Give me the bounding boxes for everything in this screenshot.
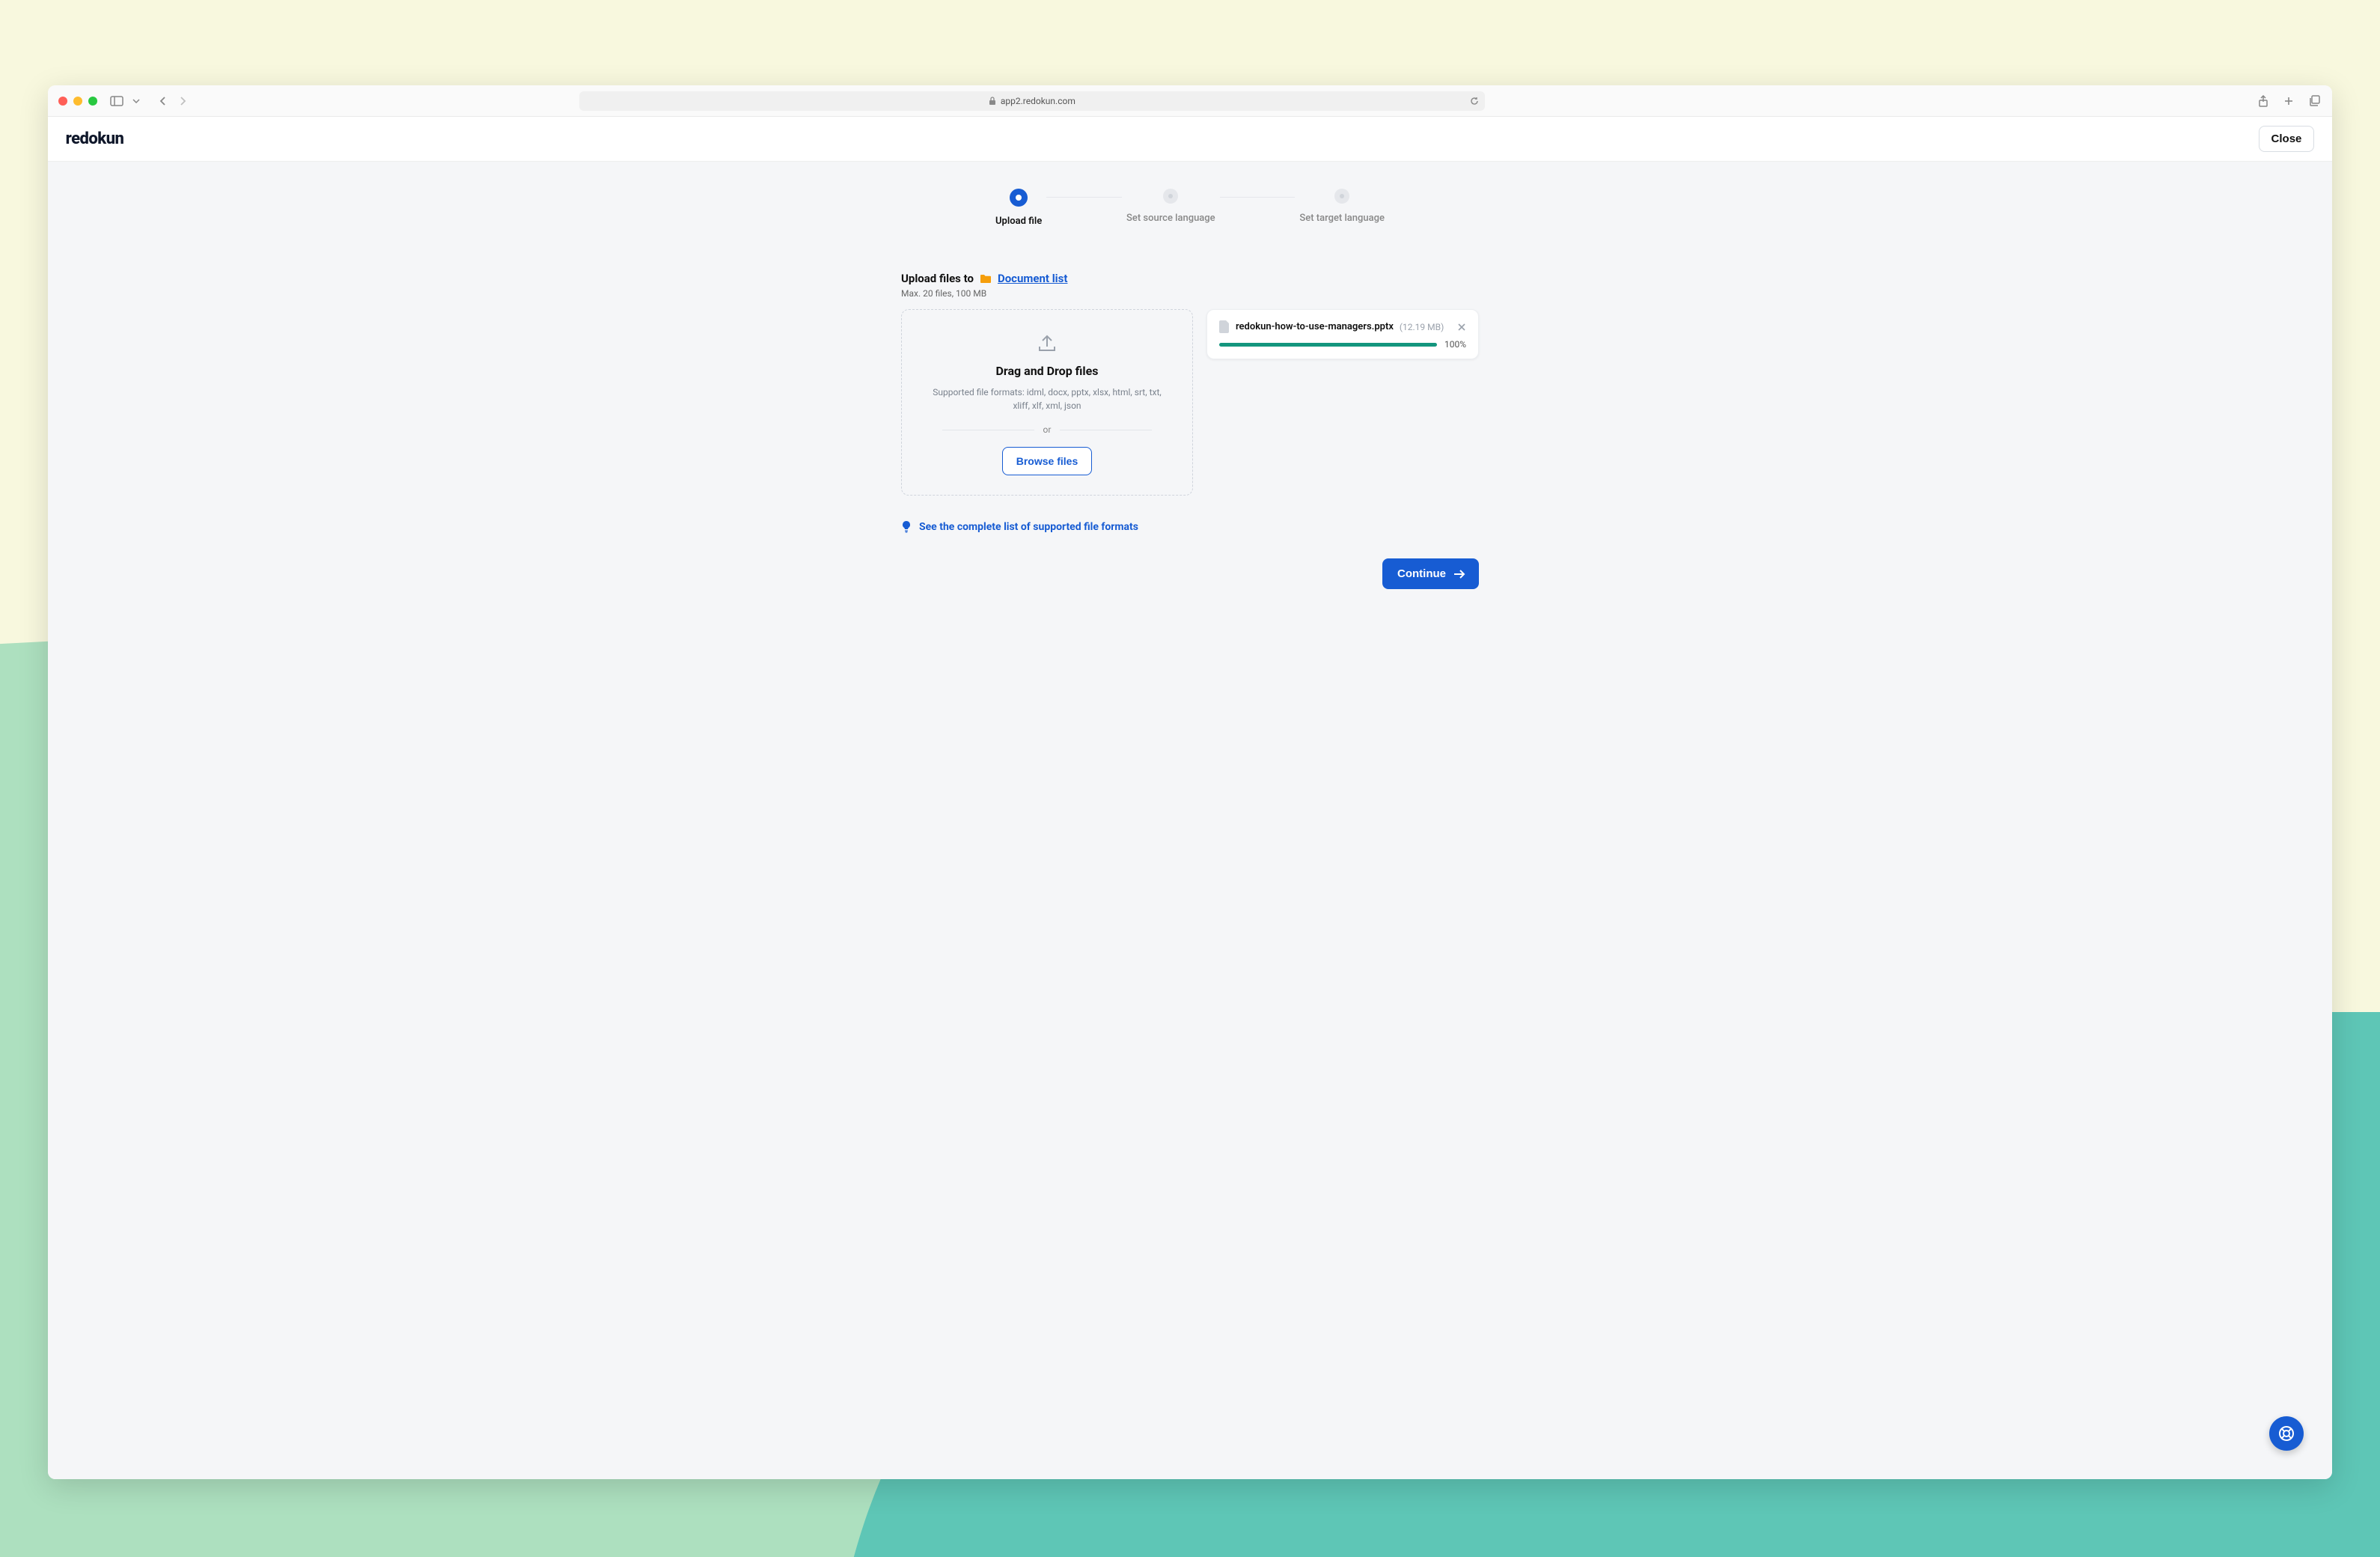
upload-icon — [1036, 334, 1058, 353]
file-size: (12.19 MB) — [1400, 322, 1444, 332]
document-list-link[interactable]: Document list — [998, 272, 1067, 285]
window-controls — [58, 97, 97, 106]
file-icon — [1219, 320, 1230, 333]
step-label: Upload file — [995, 216, 1042, 227]
upload-progress-bar — [1219, 343, 1437, 347]
remove-file-button[interactable] — [1457, 323, 1466, 332]
step-set-target-language: Set target language — [1299, 189, 1385, 224]
app-content: redokun Close Upload file Set source lan… — [48, 117, 2333, 1479]
step-connector — [1046, 197, 1122, 198]
upload-section-title: Upload files to Document list — [901, 272, 1479, 285]
step-indicator-active-icon — [1010, 189, 1028, 207]
close-button[interactable]: Close — [2259, 126, 2315, 152]
step-indicator-icon — [1334, 189, 1349, 204]
browser-toolbar: app2.redokun.com — [48, 85, 2333, 117]
browser-window: app2.redokun.com redokun Close — [48, 85, 2333, 1479]
help-button[interactable] — [2269, 1416, 2304, 1451]
upload-progress-percent: 100% — [1444, 339, 1466, 350]
tabs-overview-icon[interactable] — [2307, 94, 2322, 109]
window-close-icon[interactable] — [58, 97, 67, 106]
url-bar[interactable]: app2.redokun.com — [579, 91, 1485, 111]
url-text: app2.redokun.com — [1001, 96, 1075, 106]
sidebar-toggle-icon[interactable] — [109, 94, 124, 109]
upload-limit-hint: Max. 20 files, 100 MB — [901, 288, 1479, 299]
browse-files-button[interactable]: Browse files — [1002, 447, 1092, 475]
or-text: or — [1043, 424, 1052, 435]
arrow-right-icon — [1453, 569, 1465, 579]
chevron-down-icon[interactable] — [129, 94, 144, 109]
lifebuoy-icon — [2277, 1425, 2295, 1442]
continue-button[interactable]: Continue — [1382, 558, 1479, 589]
new-tab-icon[interactable] — [2281, 94, 2296, 109]
step-connector — [1220, 197, 1296, 198]
nav-forward-icon[interactable] — [175, 94, 190, 109]
stepper: Upload file Set source language Set targ… — [995, 189, 1385, 227]
continue-label: Continue — [1397, 567, 1446, 580]
step-label: Set source language — [1126, 213, 1215, 224]
supported-formats-link[interactable]: See the complete list of supported file … — [919, 521, 1138, 533]
window-minimize-icon[interactable] — [73, 97, 82, 106]
upload-title-prefix: Upload files to — [901, 272, 974, 285]
step-label: Set target language — [1299, 213, 1385, 224]
step-indicator-icon — [1163, 189, 1178, 204]
lock-icon — [989, 97, 996, 106]
app-header: redokun Close — [48, 117, 2333, 162]
step-upload-file: Upload file — [995, 189, 1042, 227]
dropzone-or-divider: or — [942, 424, 1152, 435]
folder-icon — [980, 274, 992, 284]
lightbulb-icon — [901, 521, 912, 533]
share-icon[interactable] — [2256, 94, 2271, 109]
nav-back-icon[interactable] — [156, 94, 171, 109]
refresh-icon[interactable] — [1470, 97, 1479, 106]
uploaded-file-card: redokun-how-to-use-managers.pptx (12.19 … — [1206, 309, 1479, 359]
logo: redokun — [66, 130, 124, 148]
dropzone[interactable]: Drag and Drop files Supported file forma… — [901, 309, 1193, 496]
file-name: redokun-how-to-use-managers.pptx — [1236, 321, 1394, 332]
dropzone-formats: Supported file formats: idml, docx, pptx… — [924, 386, 1170, 412]
step-set-source-language: Set source language — [1126, 189, 1215, 224]
dropzone-title: Drag and Drop files — [924, 364, 1170, 378]
window-maximize-icon[interactable] — [88, 97, 97, 106]
